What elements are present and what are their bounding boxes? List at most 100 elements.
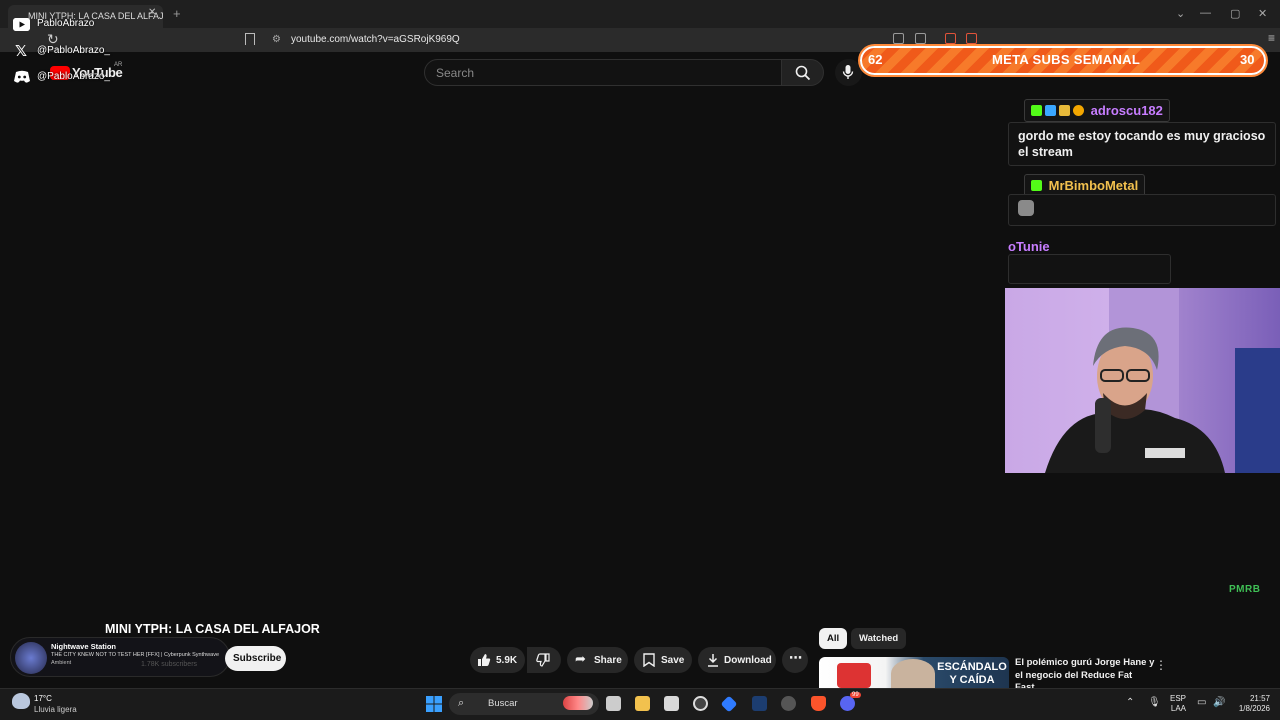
more-icon: ⋯ xyxy=(789,650,802,665)
like-button[interactable]: 5.9K xyxy=(470,647,525,673)
discord-badge: 99 xyxy=(850,692,861,698)
file-explorer-icon[interactable] xyxy=(635,696,650,711)
search-input[interactable]: Search xyxy=(424,59,782,86)
brave-browser-icon[interactable] xyxy=(811,696,826,711)
video-title: MINI YTPH: LA CASA DEL ALFAJOR xyxy=(105,622,320,636)
microphone-icon xyxy=(842,65,854,79)
recommendation-thumbnail[interactable]: ESCÁNDALO Y CAÍDA xyxy=(819,657,1009,688)
download-button[interactable]: Download xyxy=(698,647,776,673)
voice-search-button[interactable] xyxy=(835,59,862,86)
weather-desc: Lluvia ligera xyxy=(34,705,77,714)
emote-icon xyxy=(1018,200,1034,216)
gem-badge-icon xyxy=(1045,105,1056,116)
bookmark-icon[interactable] xyxy=(245,33,255,45)
webcam-feed xyxy=(1005,288,1280,473)
recommendation-menu-icon[interactable]: ⋮ xyxy=(1155,658,1167,672)
settings-app-icon[interactable] xyxy=(781,696,796,711)
social-youtube-label: PabloAbrazo xyxy=(37,18,95,29)
streamer-silhouette xyxy=(1045,288,1280,473)
taskbar-search-label: Buscar xyxy=(488,698,518,709)
station-name: Nightwave Station xyxy=(51,642,117,651)
windows-start-icon[interactable] xyxy=(426,696,442,717)
discord-app-icon[interactable] xyxy=(840,696,855,711)
kick-badge-icon xyxy=(1031,105,1042,116)
meta-goal: 30 xyxy=(1240,52,1255,67)
station-avatar xyxy=(15,642,47,674)
product-image xyxy=(837,663,871,688)
rewards-icon[interactable] xyxy=(966,33,977,44)
social-x-label: @PabloAbrazo_ xyxy=(37,45,110,56)
tray-chevron-icon[interactable]: ⌃ xyxy=(1126,697,1134,708)
download-icon xyxy=(708,654,718,667)
social-discord-label: @PabloAbrazo_ xyxy=(37,71,110,82)
maximize-button[interactable]: ▢ xyxy=(1230,7,1240,20)
chat-username-partial: oTunie xyxy=(1008,239,1050,254)
new-tab-button[interactable]: + xyxy=(173,6,181,21)
search-button[interactable] xyxy=(781,59,824,86)
audio-app-icon[interactable] xyxy=(752,696,767,711)
language-layout: LAA xyxy=(1170,704,1186,713)
chat-message-emote xyxy=(1008,194,1276,226)
watermark: PMRB xyxy=(1229,584,1261,595)
clock-time[interactable]: 21:57 xyxy=(1228,694,1270,703)
microphone-tray-icon[interactable]: 🎙 xyxy=(1148,697,1161,708)
now-playing-card: Nightwave Station THE CITY KNEW NOT TO T… xyxy=(10,637,230,677)
chat-username: MrBimboMetal xyxy=(1048,178,1139,193)
download-label: Download xyxy=(724,655,772,666)
weather-temp: 17°C xyxy=(34,694,52,703)
dislike-button[interactable] xyxy=(527,647,561,673)
task-view-icon[interactable] xyxy=(606,696,621,711)
share-label: Share xyxy=(594,655,622,666)
language-code[interactable]: ESP xyxy=(1166,694,1186,703)
browser-tab-bar xyxy=(0,0,1280,28)
search-icon: ⌕ xyxy=(458,697,465,709)
thumbs-down-icon xyxy=(536,653,550,667)
tab-search-icon[interactable]: ⌄ xyxy=(1176,7,1185,20)
share-icon: ➦ xyxy=(575,651,586,666)
person-image xyxy=(891,659,935,688)
track-genre: Ambient xyxy=(51,660,72,666)
share-button[interactable]: ➦ Share xyxy=(567,647,628,673)
thumbs-up-icon xyxy=(478,654,491,666)
clock-date: 1/8/2026 xyxy=(1238,704,1270,713)
close-window-button[interactable]: ✕ xyxy=(1258,7,1267,20)
save-button[interactable]: Save xyxy=(634,647,692,673)
search-icon xyxy=(795,65,811,81)
chat-message: gordo me estoy tocando es muy gracioso e… xyxy=(1008,122,1276,166)
youtube-icon xyxy=(13,18,30,31)
chat-message-empty xyxy=(1008,254,1171,284)
screenshot-icon[interactable] xyxy=(915,33,926,44)
meta-title: META SUBS SEMANAL xyxy=(992,52,1141,67)
volume-icon[interactable]: 🔊 xyxy=(1213,697,1225,708)
coin-badge-icon xyxy=(1073,105,1084,116)
discord-icon xyxy=(13,70,31,89)
translate-icon[interactable] xyxy=(893,33,904,44)
kick-badge-icon xyxy=(1031,180,1042,191)
site-settings-icon[interactable]: ⚙ xyxy=(272,34,281,45)
search-highlight-icon xyxy=(563,696,593,710)
like-count: 5.9K xyxy=(496,655,518,666)
obs-icon[interactable] xyxy=(693,696,708,711)
close-tab-icon[interactable]: ✕ xyxy=(148,7,156,18)
chat-username: adroscu182 xyxy=(1090,103,1163,118)
x-icon: 𝕏 xyxy=(15,43,28,60)
weather-icon[interactable] xyxy=(12,693,30,709)
chat-user-adroscu182: adroscu182 xyxy=(1024,99,1170,122)
subscribe-button[interactable]: Subscribe xyxy=(225,646,286,671)
thumbnail-text: ESCÁNDALO Y CAÍDA xyxy=(937,661,1007,686)
minimize-button[interactable]: — xyxy=(1200,7,1211,19)
url-field[interactable]: youtube.com/watch?v=aGSRojK969Q xyxy=(291,34,460,45)
menu-icon[interactable]: ≡ xyxy=(1268,31,1279,45)
chip-watched[interactable]: Watched xyxy=(851,628,907,649)
track-title: THE CITY KNEW NOT TO TEST HER [FFX] | Cy… xyxy=(51,652,220,658)
chip-all[interactable]: All xyxy=(819,628,848,649)
brave-shields-icon[interactable] xyxy=(945,33,956,44)
crown-badge-icon xyxy=(1059,105,1070,116)
country-code: AR xyxy=(114,62,123,68)
more-actions-button[interactable]: ⋯ xyxy=(782,647,808,673)
snipping-tool-icon[interactable] xyxy=(664,696,679,711)
meta-current: 62 xyxy=(868,52,883,67)
network-icon[interactable]: ▭ xyxy=(1197,697,1206,708)
save-label: Save xyxy=(661,655,685,666)
sub-count: 1.78K subscribers xyxy=(141,661,198,668)
